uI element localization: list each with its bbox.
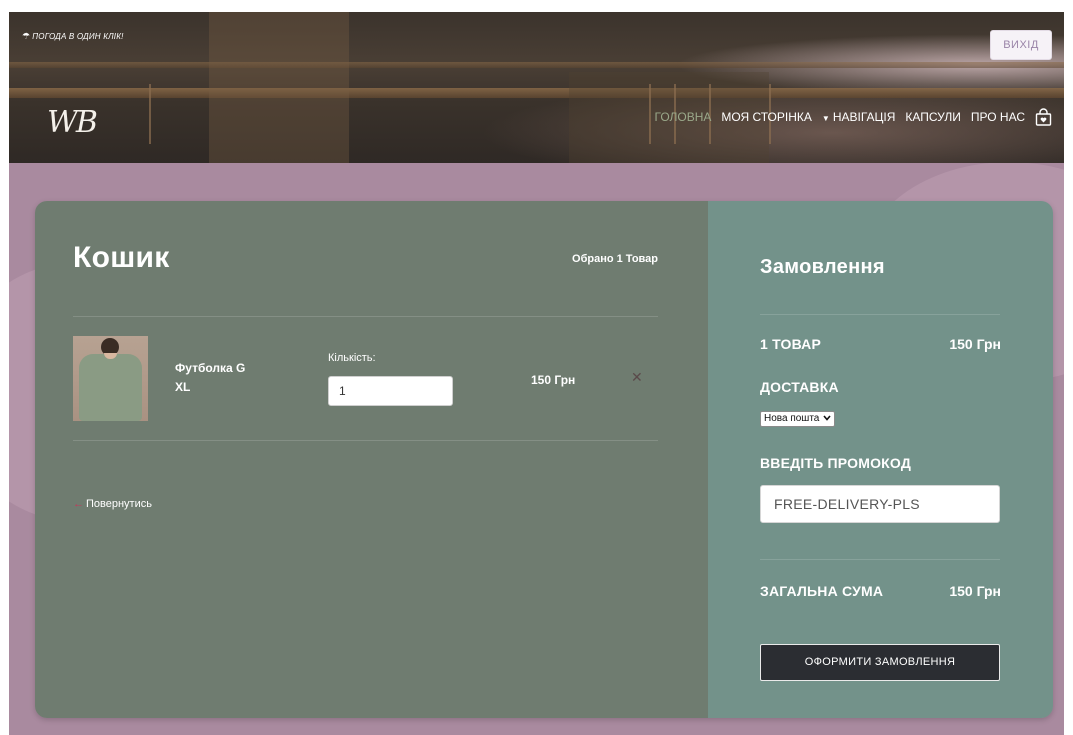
arrow-left-icon: ← (73, 498, 84, 510)
delivery-select-value: Нова пошта (764, 413, 820, 424)
total-label: ЗАГАЛЬНА СУМА (760, 583, 884, 599)
product-info: Футболка G XL (175, 359, 245, 397)
divider (73, 316, 658, 317)
weather-link-label: ПОГОДА В ОДИН КЛІК! (32, 32, 124, 41)
cart-title: Кошик (73, 241, 170, 274)
items-count-label: 1 ТОВАР (760, 336, 822, 352)
background-rail (9, 62, 1064, 68)
logo[interactable]: WB (47, 105, 98, 140)
delivery-select[interactable]: Нова пошта (760, 411, 836, 427)
cart-selected-count: Обрано 1 Товар (572, 253, 658, 265)
quantity-input[interactable]: 1 (328, 376, 453, 406)
back-link-label: Повернутись (86, 498, 152, 510)
cart-panel: Кошик Обрано 1 Товар Футболка G XL Кільк… (35, 201, 708, 718)
product-name[interactable]: Футболка G (175, 359, 245, 378)
delivery-label: ДОСТАВКА (760, 379, 839, 395)
caret-down-icon: ▼ (821, 114, 830, 123)
promo-label: ВВЕДІТЬ ПРОМОКОД (760, 455, 912, 471)
main-nav: ГОЛОВНА МОЯ СТОРІНКА ▼ НАВІГАЦІЯ КАПСУЛИ … (645, 108, 1052, 126)
chevron-down-icon (823, 413, 831, 425)
nav-item-about[interactable]: ПРО НАС (971, 110, 1025, 124)
product-price: 150 Грн (531, 373, 576, 387)
items-price: 150 Грн (949, 336, 1001, 352)
total-value: 150 Грн (949, 583, 1001, 599)
order-summary-panel: Замовлення 1 ТОВАР 150 Грн ДОСТАВКА Нова… (708, 201, 1053, 718)
divider (73, 440, 658, 441)
nav-item-my-page[interactable]: МОЯ СТОРІНКА (721, 110, 811, 124)
background-hanger (149, 84, 151, 144)
divider (760, 314, 1000, 315)
nav-item-navigation-label: НАВІГАЦІЯ (832, 110, 896, 124)
logout-button[interactable]: ВИХІД (990, 30, 1052, 60)
background-rail (9, 88, 1064, 98)
umbrella-icon: ☂ (22, 31, 31, 41)
shopping-bag-icon[interactable] (1035, 108, 1052, 126)
promo-code-input[interactable]: FREE-DELIVERY-PLS (760, 485, 1000, 523)
order-title: Замовлення (760, 256, 885, 278)
background-decoration (209, 12, 349, 163)
product-size: XL (175, 380, 191, 394)
divider (760, 559, 1000, 560)
cart-card: Кошик Обрано 1 Товар Футболка G XL Кільк… (35, 201, 1053, 718)
checkout-button[interactable]: ОФОРМИТИ ЗАМОВЛЕННЯ (760, 644, 1000, 681)
page: ☂ ПОГОДА В ОДИН КЛІК! ВИХІД WB ГОЛОВНА МО… (9, 12, 1064, 735)
product-image[interactable] (73, 336, 148, 421)
back-link[interactable]: ← Повернутись (73, 498, 152, 510)
quantity-label: Кількість: (328, 352, 376, 364)
nav-item-home[interactable]: ГОЛОВНА (655, 110, 712, 124)
nav-item-capsules[interactable]: КАПСУЛИ (905, 110, 960, 124)
nav-item-navigation[interactable]: ▼ НАВІГАЦІЯ (822, 110, 896, 124)
close-icon[interactable]: ✕ (631, 369, 643, 386)
weather-link[interactable]: ☂ ПОГОДА В ОДИН КЛІК! (22, 31, 124, 42)
header: ☂ ПОГОДА В ОДИН КЛІК! ВИХІД WB ГОЛОВНА МО… (9, 12, 1064, 163)
